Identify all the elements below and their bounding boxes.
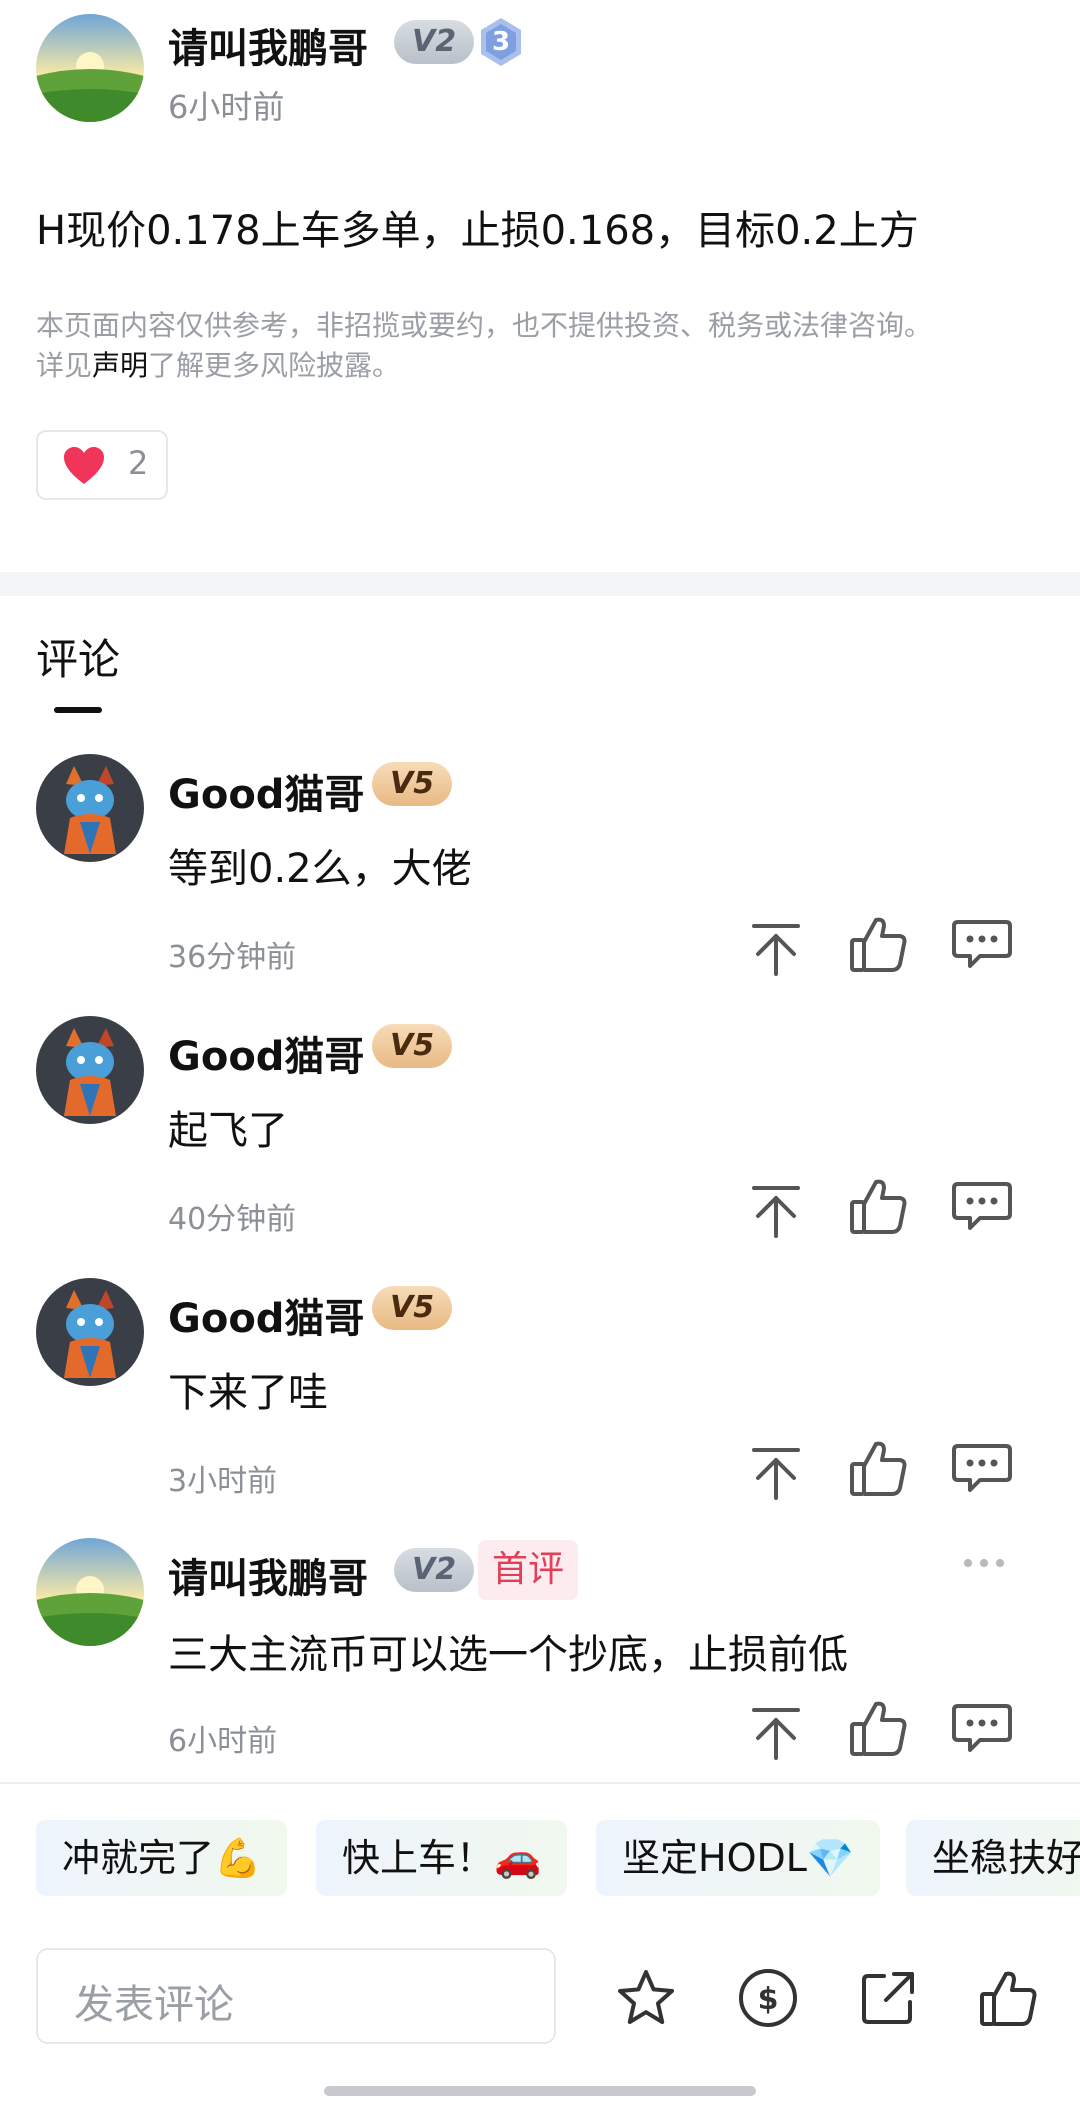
arrow-up-to-line-icon <box>752 924 800 976</box>
share-button[interactable] <box>856 1966 920 2030</box>
comment-time: 36分钟前 <box>168 940 297 975</box>
bottom-divider <box>0 1782 1080 1784</box>
like-button[interactable] <box>846 1436 910 1500</box>
commenter-name[interactable]: 请叫我鹏哥 <box>168 1546 368 1604</box>
commenter-avatar[interactable] <box>36 754 144 862</box>
reply-button[interactable] <box>950 1696 1014 1760</box>
thumbs-up-icon <box>850 1441 907 1496</box>
level-badge: V5 <box>372 762 453 806</box>
share-icon <box>862 1972 914 2024</box>
comments-tab-indicator <box>54 707 102 713</box>
svg-text:$: $ <box>758 1982 779 2017</box>
chat-bubble-icon <box>952 1704 1012 1752</box>
arrow-up-to-line-icon <box>752 1186 800 1238</box>
chat-bubble-icon <box>952 1444 1012 1492</box>
thumbs-up-icon <box>850 1701 907 1756</box>
level-badge: V2 <box>394 20 475 64</box>
quick-reply-chip[interactable]: 快上车！🚗 <box>316 1820 568 1896</box>
quick-reply-chip[interactable]: 坐稳扶好 <box>906 1820 1080 1896</box>
disclaimer-link[interactable]: 声明 <box>92 349 148 382</box>
quick-reply-bar: 冲就完了💪 快上车！🚗 坚定HODL💎 坐稳扶好 <box>0 1820 1080 1896</box>
thumbs-up-icon <box>850 917 907 972</box>
chat-bubble-icon <box>952 920 1012 968</box>
rank-badge-label: 3 <box>491 27 511 57</box>
pin-button[interactable] <box>744 1178 808 1242</box>
like-button[interactable] <box>846 912 910 976</box>
rank-badge: 3 <box>478 16 524 68</box>
reply-button[interactable] <box>950 912 1014 976</box>
comment-text: 等到0.2么，大佬 <box>168 846 472 892</box>
disclaimer-prefix: 详见 <box>36 349 93 382</box>
like-post-button[interactable] <box>976 1966 1040 2030</box>
pin-button[interactable] <box>744 1440 808 1504</box>
arrow-up-to-line-icon <box>752 1708 800 1760</box>
like-button[interactable] <box>846 1696 910 1760</box>
disclaimer-suffix: 了解更多风险披露。 <box>148 349 401 382</box>
first-comment-tag: 首评 <box>478 1540 579 1600</box>
commenter-avatar[interactable] <box>36 1016 144 1124</box>
favorite-button[interactable] <box>614 1966 678 2030</box>
ellipsis-icon <box>964 1559 1004 1567</box>
author-avatar[interactable] <box>36 14 144 122</box>
heart-icon <box>64 447 104 484</box>
level-badge: V5 <box>372 1024 453 1068</box>
comment-input-placeholder: 发表评论 <box>74 1982 234 2028</box>
like-count: 2 <box>128 444 149 482</box>
arrow-up-to-line-icon <box>752 1448 800 1500</box>
commenter-name[interactable]: Good猫哥 <box>168 1024 364 1082</box>
comment-time: 3小时前 <box>168 1464 278 1499</box>
comment-text: 三大主流币可以选一个抄底，止损前低 <box>168 1632 848 1678</box>
post-time: 6小时前 <box>168 88 285 126</box>
chat-bubble-icon <box>952 1182 1012 1230</box>
tip-button[interactable]: $ <box>736 1966 800 2030</box>
reply-button[interactable] <box>950 1174 1014 1238</box>
like-reaction-button[interactable]: 2 <box>36 430 168 500</box>
pin-button[interactable] <box>744 1700 808 1764</box>
comment-text: 下来了哇 <box>168 1370 328 1416</box>
star-icon <box>618 1970 674 2024</box>
coin-icon: $ <box>739 1969 797 2027</box>
thumbs-up-icon <box>980 1971 1037 2026</box>
disclaimer-line1: 本页面内容仅供参考，非招揽或要约，也不提供投资、税务或法律咨询。 <box>36 309 933 342</box>
comment-text: 起飞了 <box>168 1108 288 1154</box>
pin-button[interactable] <box>744 916 808 980</box>
comment-input[interactable]: 发表评论 <box>36 1948 556 2044</box>
level-badge: V5 <box>372 1286 453 1330</box>
like-button[interactable] <box>846 1174 910 1238</box>
author-name[interactable]: 请叫我鹏哥 <box>168 16 368 74</box>
thumbs-up-icon <box>850 1179 907 1234</box>
commenter-name[interactable]: Good猫哥 <box>168 1286 364 1344</box>
reply-button[interactable] <box>950 1436 1014 1500</box>
comments-tab[interactable]: 评论 <box>36 626 120 687</box>
home-indicator <box>324 2086 756 2096</box>
level-badge: V2 <box>394 1548 475 1592</box>
comment-time: 40分钟前 <box>168 1202 297 1237</box>
disclaimer: 本页面内容仅供参考，非招揽或要约，也不提供投资、税务或法律咨询。 详见声明了解更… <box>36 306 932 386</box>
commenter-avatar[interactable] <box>36 1538 144 1646</box>
more-options-button[interactable] <box>960 1548 1008 1578</box>
comment-time: 6小时前 <box>168 1724 278 1759</box>
commenter-avatar[interactable] <box>36 1278 144 1386</box>
quick-reply-chip[interactable]: 坚定HODL💎 <box>596 1820 881 1896</box>
section-divider <box>0 572 1080 596</box>
post-content: H现价0.178上车多单，止损0.168，目标0.2上方 <box>36 208 919 254</box>
quick-reply-chip[interactable]: 冲就完了💪 <box>36 1820 288 1896</box>
commenter-name[interactable]: Good猫哥 <box>168 762 364 820</box>
